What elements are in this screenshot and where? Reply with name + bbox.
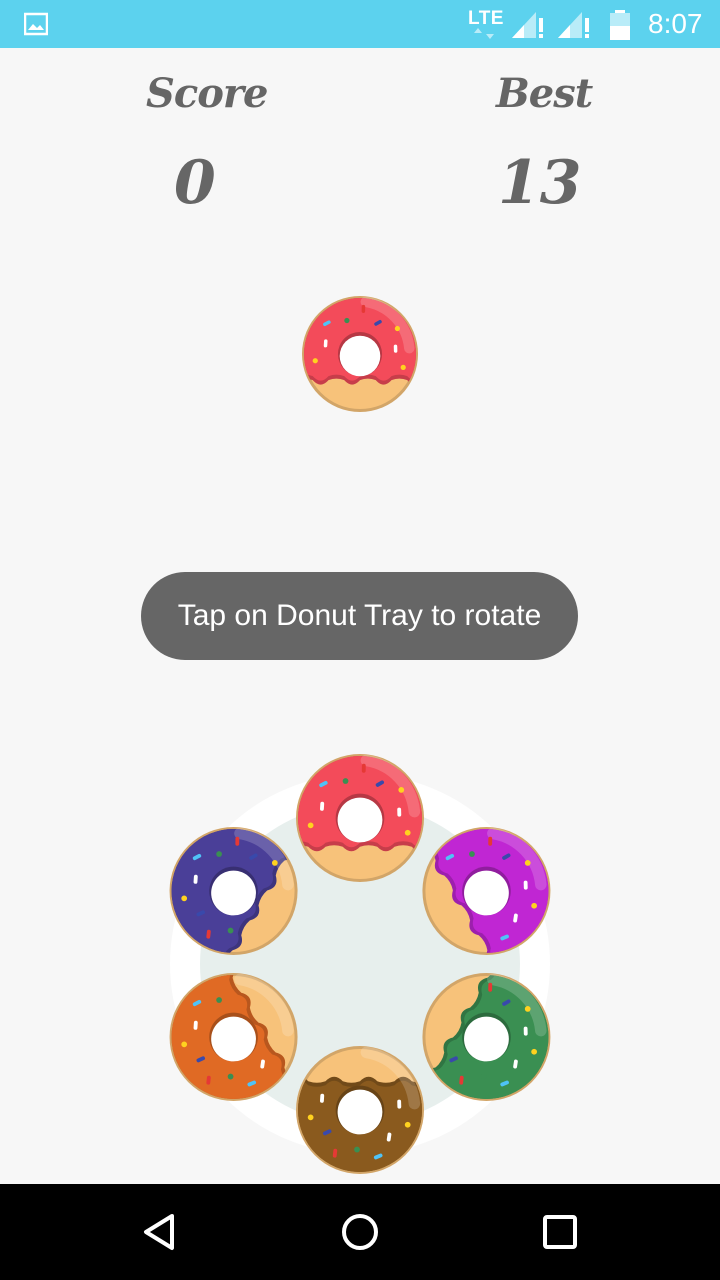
- signal-icon: [558, 12, 589, 38]
- navigation-bar: [0, 1184, 720, 1280]
- battery-icon: [610, 10, 630, 40]
- toast-message: Tap on Donut Tray to rotate: [141, 572, 578, 660]
- network-type: LTE: [468, 8, 504, 29]
- falling-donut: [302, 296, 418, 412]
- recents-icon[interactable]: [536, 1208, 584, 1256]
- lte-icon: LTE: [468, 6, 508, 42]
- home-icon[interactable]: [336, 1208, 384, 1256]
- score-value: 0: [174, 148, 216, 218]
- score-label: Score: [146, 70, 268, 117]
- status-time: 8:07: [648, 8, 703, 39]
- status-bar: LTE 8:07: [0, 0, 720, 48]
- signal-icon: [512, 12, 543, 38]
- gallery-icon: [24, 12, 48, 36]
- back-icon[interactable]: [136, 1208, 184, 1256]
- donut-tray[interactable]: [160, 748, 560, 1184]
- best-label: Best: [496, 70, 593, 117]
- best-value: 13: [498, 148, 582, 218]
- donut-red: [302, 296, 418, 412]
